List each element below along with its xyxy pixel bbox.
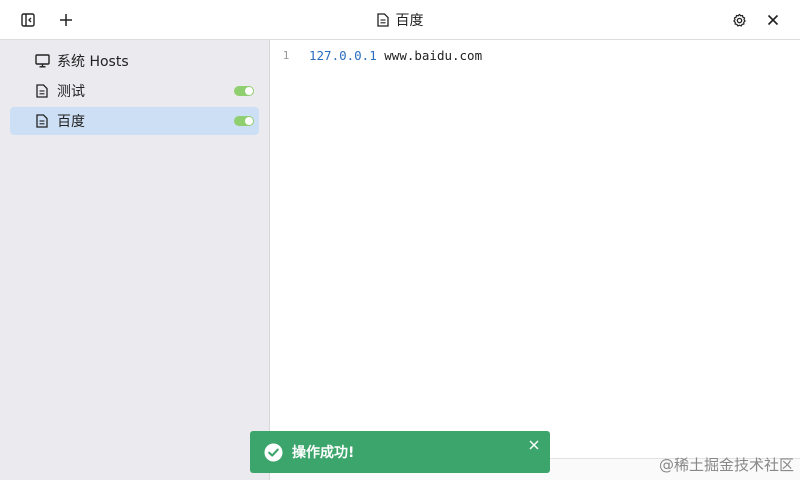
toast-message: 操作成功! xyxy=(292,445,355,461)
hostname: www.baidu.com xyxy=(384,47,483,63)
sidebar-item-test[interactable]: 测试 xyxy=(10,77,259,105)
toast-close-button[interactable] xyxy=(528,439,540,451)
sidebar-item-baidu[interactable]: 百度 xyxy=(10,107,259,135)
enable-toggle[interactable] xyxy=(234,86,254,96)
settings-button[interactable] xyxy=(727,8,751,32)
watermark: @稀土掘金技术社区 xyxy=(658,456,794,474)
close-icon xyxy=(529,440,539,450)
sidebar-item-label: 系统 Hosts xyxy=(57,54,129,70)
ip-address: 127.0.0.1 xyxy=(309,47,377,63)
sidebar: 系统 Hosts 测试 百度 xyxy=(0,40,270,480)
success-toast: 操作成功! xyxy=(250,431,550,473)
editor-line[interactable]: 1 127.0.0.1 www.baidu.com xyxy=(270,46,482,64)
gear-icon xyxy=(732,13,746,27)
enable-toggle[interactable] xyxy=(234,116,254,126)
document-icon xyxy=(34,83,50,99)
hosts-editor[interactable]: 1 127.0.0.1 www.baidu.com xyxy=(270,40,800,480)
close-window-button[interactable] xyxy=(761,8,785,32)
window-title: 百度 xyxy=(0,0,800,40)
document-icon xyxy=(34,113,50,129)
window-title-text: 百度 xyxy=(395,13,424,29)
sidebar-item-label: 测试 xyxy=(57,84,85,100)
close-icon xyxy=(767,14,779,26)
document-icon xyxy=(376,13,389,27)
sidebar-item-system-hosts[interactable]: 系统 Hosts xyxy=(10,47,259,75)
monitor-icon xyxy=(34,53,50,69)
title-bar: 百度 xyxy=(0,0,800,40)
sidebar-item-label: 百度 xyxy=(57,114,85,130)
check-circle-icon xyxy=(263,442,283,462)
line-number: 1 xyxy=(282,48,290,62)
